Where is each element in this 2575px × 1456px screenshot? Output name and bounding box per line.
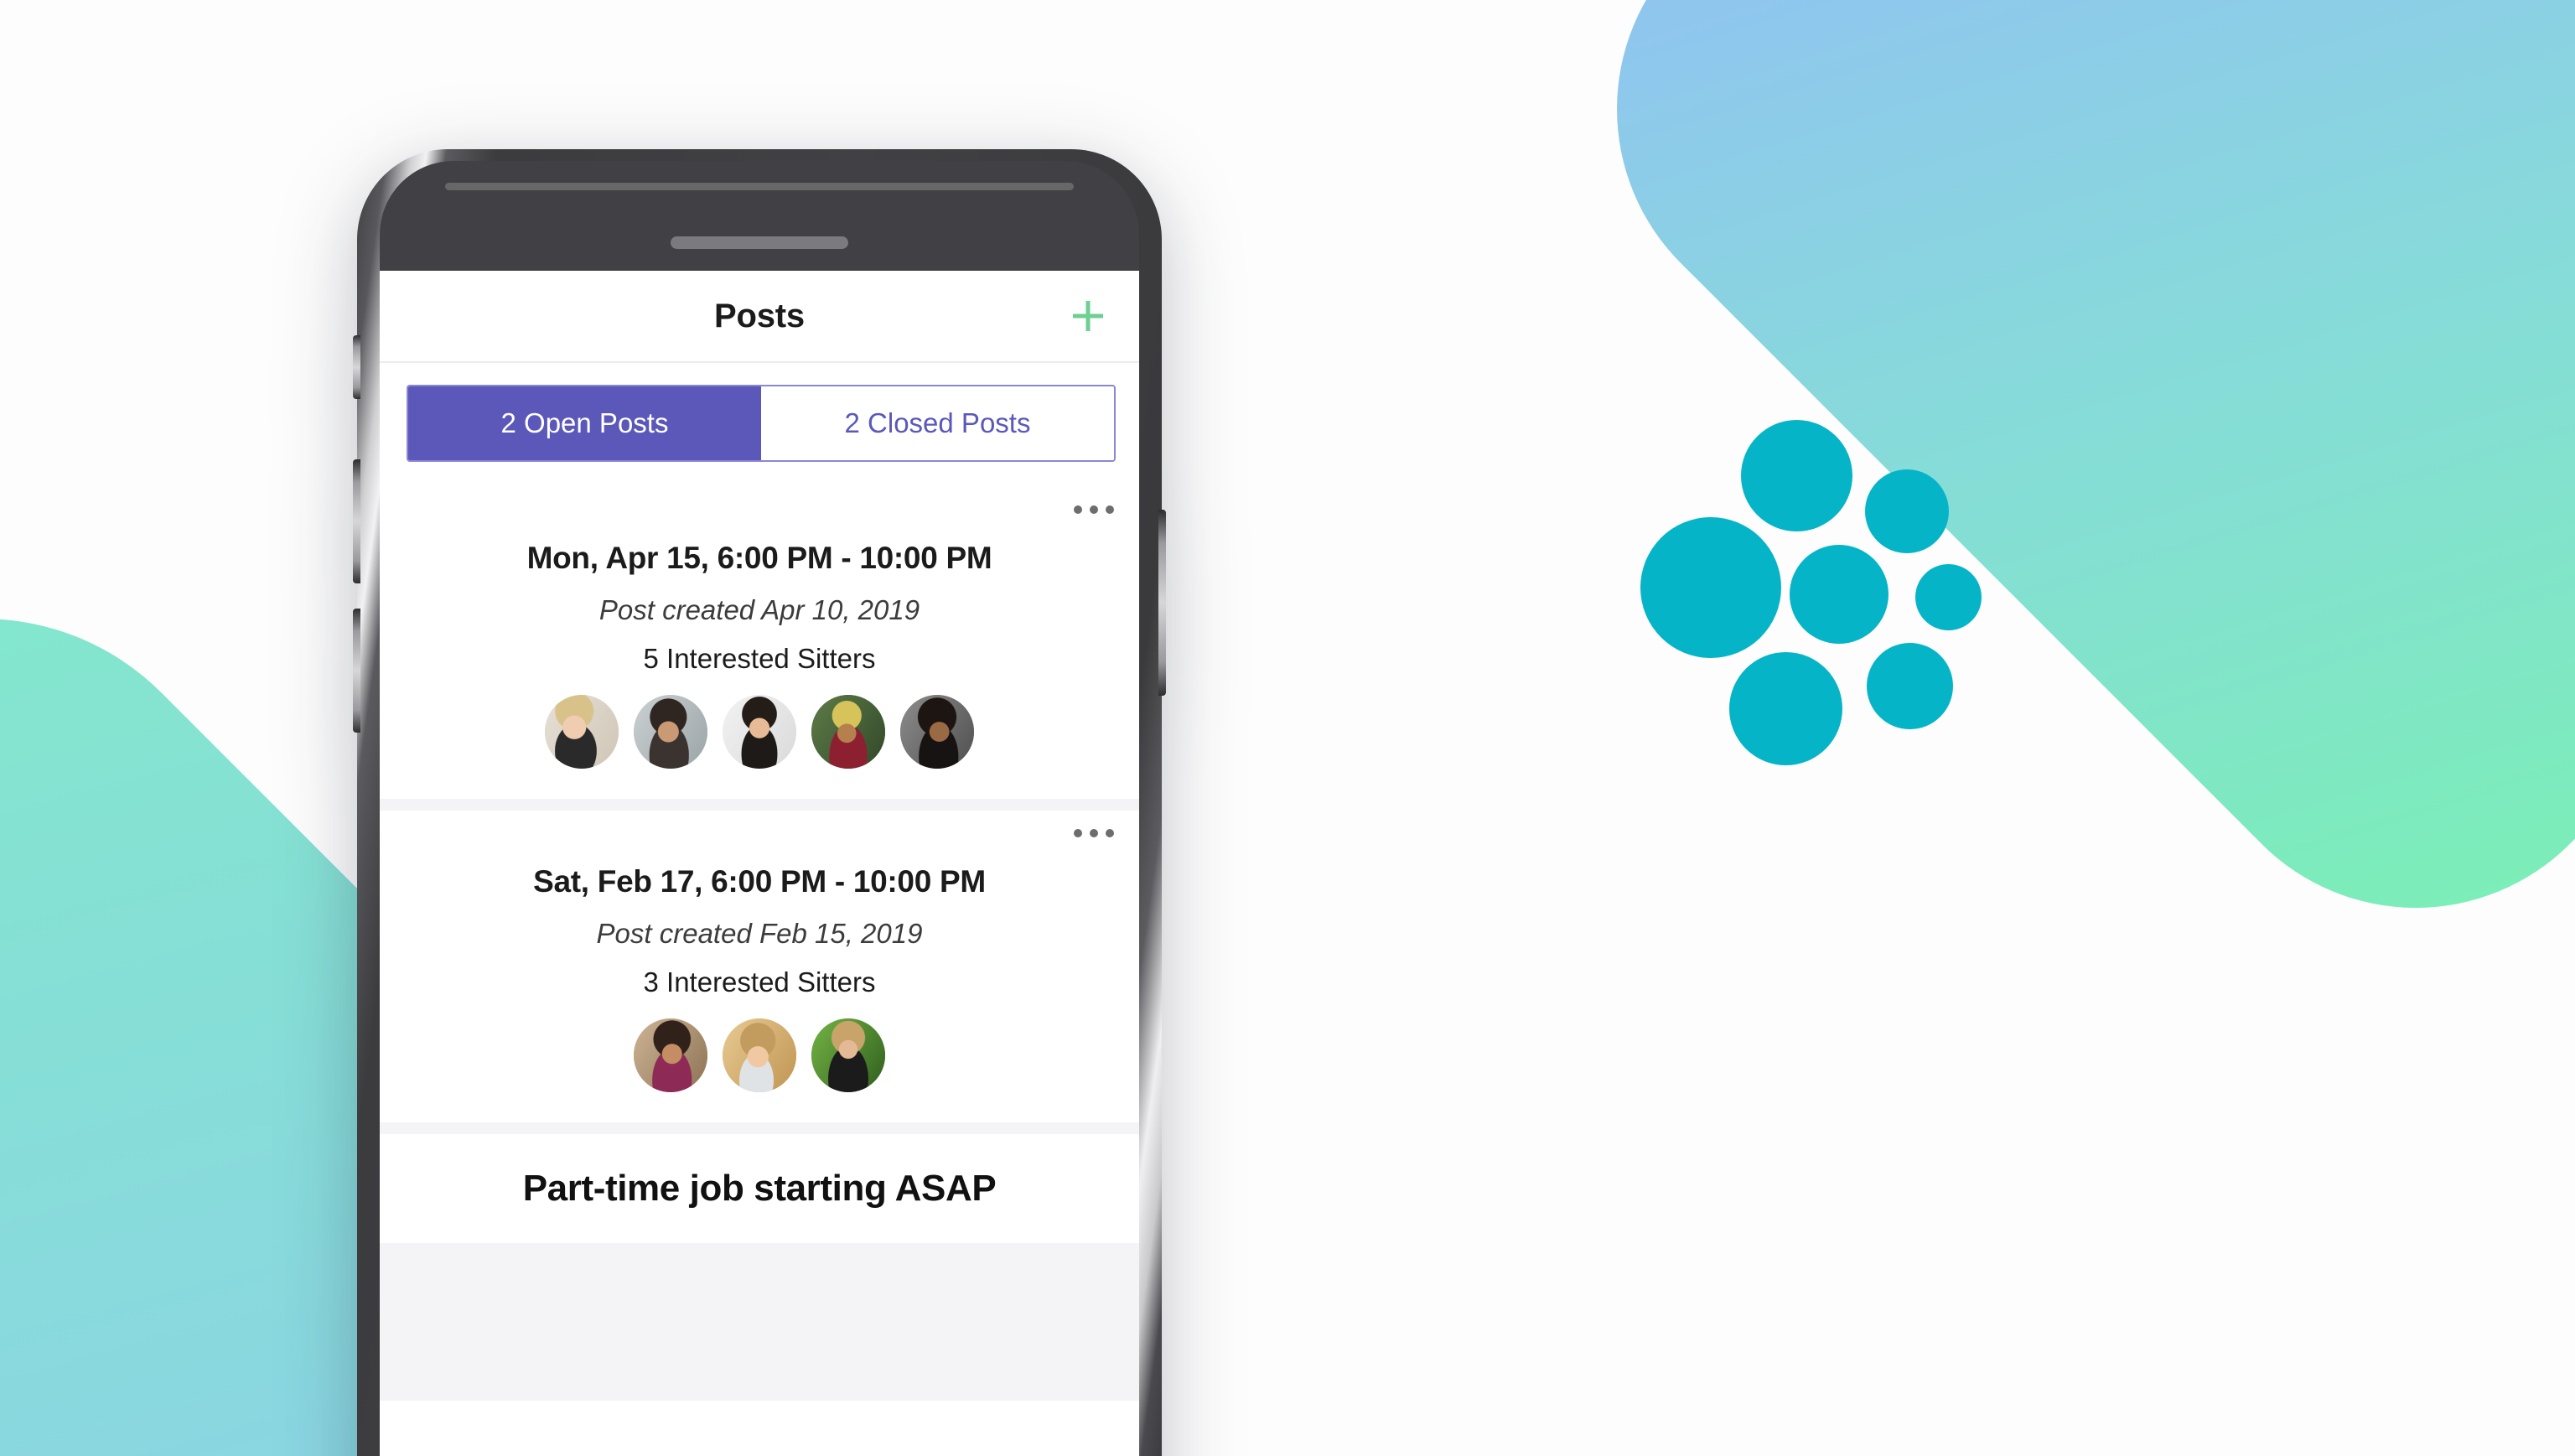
tab-open-posts[interactable]: 2 Open Posts (408, 386, 761, 460)
more-horizontal-icon-dot (1106, 505, 1114, 514)
avatar-face (545, 695, 619, 769)
logo-dot-top (1741, 420, 1852, 531)
post-datetime: Mon, Apr 15, 6:00 PM - 10:00 PM (526, 541, 992, 575)
avatar-face (634, 1018, 707, 1092)
phone-screen: Posts 2 Open Posts 2 Closed Posts Mon, A… (380, 271, 1139, 1456)
more-horizontal-icon-dot (1090, 505, 1098, 514)
tabs-container: 2 Open Posts 2 Closed Posts (380, 363, 1139, 487)
post-options-button[interactable] (1074, 829, 1114, 837)
avatar-face (723, 695, 796, 769)
avatar-face (811, 1018, 885, 1092)
posts-feed[interactable]: Mon, Apr 15, 6:00 PM - 10:00 PM Post cre… (380, 487, 1139, 1401)
phone-mockup: Posts 2 Open Posts 2 Closed Posts Mon, A… (353, 149, 1166, 1456)
earpiece-speaker-icon (671, 236, 848, 249)
segmented-control: 2 Open Posts 2 Closed Posts (407, 385, 1116, 462)
app-nav-bar: Posts (380, 271, 1139, 363)
avatar[interactable] (723, 695, 796, 769)
post-options-button[interactable] (1074, 505, 1114, 514)
post-created-date: Post created Apr 10, 2019 (598, 594, 920, 625)
logo-dot-large-left (1640, 517, 1781, 658)
interested-count: 5 Interested Sitters (643, 643, 876, 674)
interested-sitters-avatars (380, 1018, 1139, 1092)
post-teaser-title: Part-time job starting ASAP (522, 1168, 997, 1209)
bubble-cluster-logo (1639, 415, 2016, 792)
phone-mute-switch[interactable] (353, 335, 360, 399)
phone-power-button[interactable] (1158, 510, 1166, 696)
more-horizontal-icon-dot (1090, 829, 1098, 837)
page-title: Posts (714, 297, 805, 334)
interested-count: 3 Interested Sitters (643, 966, 876, 997)
tab-closed-posts[interactable]: 2 Closed Posts (761, 386, 1114, 460)
avatar[interactable] (634, 695, 707, 769)
more-horizontal-icon-dot (1074, 505, 1082, 514)
add-post-button[interactable] (1065, 293, 1111, 339)
plus-icon (1073, 301, 1103, 331)
post-card[interactable]: Mon, Apr 15, 6:00 PM - 10:00 PM Post cre… (380, 487, 1139, 799)
avatar-face (900, 695, 974, 769)
more-horizontal-icon-dot (1106, 829, 1114, 837)
phone-glass-sheen (445, 183, 1074, 190)
logo-dot-right-small (1915, 564, 1982, 630)
screenshot-stage: Posts 2 Open Posts 2 Closed Posts Mon, A… (0, 0, 2575, 1456)
post-card-teaser[interactable]: Part-time job starting ASAP (380, 1134, 1139, 1243)
avatar[interactable] (811, 695, 885, 769)
avatar-face (723, 1018, 796, 1092)
phone-volume-up-button[interactable] (353, 459, 360, 583)
avatar[interactable] (634, 1018, 707, 1092)
more-horizontal-icon-dot (1074, 829, 1082, 837)
logo-dot-upper-right (1865, 469, 1949, 553)
avatar-face (634, 695, 707, 769)
avatar[interactable] (811, 1018, 885, 1092)
logo-dot-bottom-left (1729, 652, 1842, 765)
interested-sitters-avatars (380, 695, 1139, 769)
post-created-date: Post created Feb 15, 2019 (596, 918, 923, 949)
post-card[interactable]: Sat, Feb 17, 6:00 PM - 10:00 PM Post cre… (380, 811, 1139, 1122)
phone-volume-down-button[interactable] (353, 609, 360, 733)
avatar[interactable] (723, 1018, 796, 1092)
avatar[interactable] (900, 695, 974, 769)
logo-dot-bottom-right (1867, 643, 1953, 729)
logo-dot-center (1790, 545, 1889, 644)
avatar-face (811, 695, 885, 769)
avatar[interactable] (545, 695, 619, 769)
post-datetime: Sat, Feb 17, 6:00 PM - 10:00 PM (533, 864, 986, 899)
